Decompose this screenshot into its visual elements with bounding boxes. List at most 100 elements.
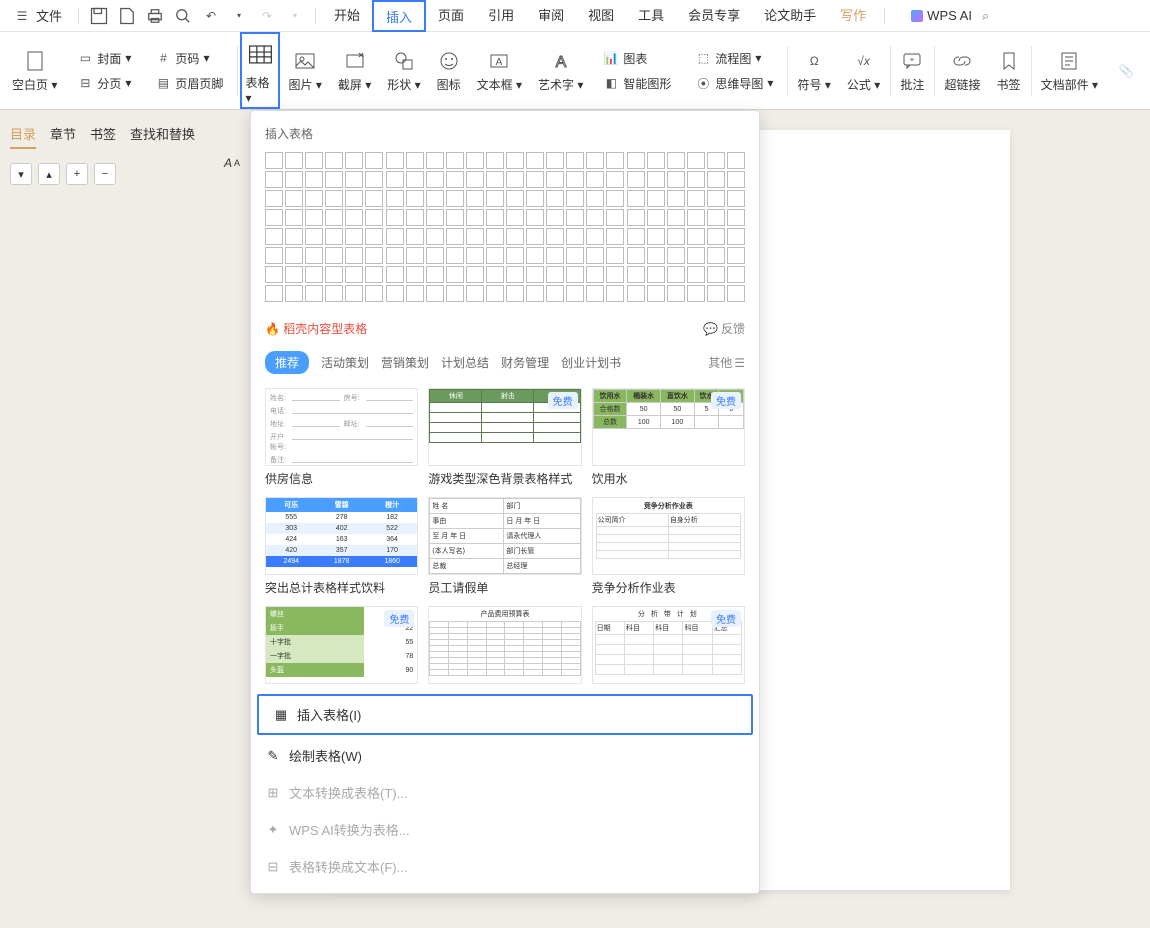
file-menu[interactable]: 文件 (36, 6, 62, 25)
tab-toc[interactable]: 目录 (10, 124, 36, 149)
mindmap-button[interactable]: ⦿思维导图 ▾ (691, 73, 777, 94)
menu-tools[interactable]: 工具 (626, 0, 676, 32)
hyperlink-icon (950, 49, 974, 73)
flowchart-button[interactable]: ⬚流程图 ▾ (691, 48, 765, 69)
category-row: 推荐 活动策划 营销策划 计划总结 财务管理 创业计划书 其他 ☰ (251, 345, 759, 380)
template-preview: 产品费用预算表 (428, 606, 581, 684)
bookmark-button[interactable]: 书签 (989, 32, 1029, 110)
feedback-link[interactable]: 💬 反馈 (703, 320, 745, 337)
wordart-button[interactable]: A 艺术字 ▾ (530, 32, 591, 110)
shape-button[interactable]: 形状 ▾ (379, 32, 428, 110)
save-icon[interactable] (89, 6, 109, 26)
pagenum-button[interactable]: #页码 ▾ (151, 48, 213, 69)
cat-other[interactable]: 其他 ☰ (708, 354, 745, 371)
cover-button[interactable]: ▭封面 ▾ (73, 48, 135, 69)
screenshot-button[interactable]: 截屏 ▾ (330, 32, 379, 110)
menu-paper[interactable]: 论文助手 (752, 0, 828, 32)
menu-view[interactable]: 视图 (576, 0, 626, 32)
cat-recommended[interactable]: 推荐 (265, 351, 309, 374)
section-button[interactable]: ⊟分页 ▾ (73, 73, 135, 94)
template-card[interactable]: 免费 饮用水桶装水直饮水饮水X²型合格数505056总数100100 饮用水 (592, 388, 745, 487)
template-card[interactable]: 姓 名部门事由日 月 年 日至 月 年 日请永代理人(本人写名)部门长管总裁总经… (428, 497, 581, 596)
doc-parts-button[interactable]: 文档部件 ▾ (1033, 32, 1106, 110)
preview-icon[interactable] (173, 6, 193, 26)
collapse-down-icon[interactable]: ▾ (10, 163, 32, 185)
template-card[interactable]: 姓名:房号: 电话: 地址:邮址: 开户帐号: 备注: 供房信息 (265, 388, 418, 487)
blank-page-button[interactable]: 空白页 ▾ (4, 32, 65, 110)
redo-icon[interactable]: ↷ (257, 6, 277, 26)
wps-ai-button[interactable]: WPS AI ⌕ (911, 8, 989, 24)
blank-page-label: 空白页 ▾ (12, 76, 57, 93)
template-grid: 姓名:房号: 电话: 地址:邮址: 开户帐号: 备注: 供房信息 免费 休闲射击… (251, 380, 759, 692)
cat-finance[interactable]: 财务管理 (501, 354, 549, 371)
smartart-button[interactable]: ◧智能图形 (599, 73, 675, 94)
chart-button[interactable]: 📊图表 (599, 48, 651, 69)
cat-business[interactable]: 创业计划书 (561, 354, 621, 371)
picture-button[interactable]: 图片 ▾ (280, 32, 329, 110)
menu-insert[interactable]: 插入 (372, 0, 426, 32)
table-dropdown: 插入表格 🔥 稻壳内容型表格 💬 反馈 推荐 活动策划 营销策划 计划总结 财务… (250, 110, 760, 894)
template-preview: 可乐雪碧橙汁5552781823034025224241633644203571… (265, 497, 418, 575)
equation-button[interactable]: √x 公式 ▾ (839, 32, 888, 110)
pagenum-icon: # (155, 50, 171, 66)
menu-page[interactable]: 页面 (426, 0, 476, 32)
collapse-up-icon[interactable]: ▴ (38, 163, 60, 185)
template-card[interactable]: 竞争分析作业表公司简介自身分析 竞争分析作业表 (592, 497, 745, 596)
template-card[interactable]: 免费 螺丝42扳手22十字批55一字批78头盔90 (265, 606, 418, 684)
export-icon[interactable] (117, 6, 137, 26)
table-icon: ▦ (273, 707, 289, 723)
template-card[interactable]: 免费 休闲射击797775516289841237545175604884140… (428, 388, 581, 487)
wordart-icon: A (549, 49, 573, 73)
attachment-button[interactable]: 📎 (1106, 32, 1146, 110)
insert-table-option[interactable]: ▦ 插入表格(I) (257, 694, 753, 735)
template-name: 供房信息 (265, 470, 418, 487)
symbol-button[interactable]: Ω 符号 ▾ (790, 32, 839, 110)
template-card[interactable]: 产品费用预算表 (428, 606, 581, 684)
menu-review[interactable]: 审阅 (526, 0, 576, 32)
template-card[interactable]: 可乐雪碧橙汁5552781823034025224241633644203571… (265, 497, 418, 596)
add-button[interactable]: + (66, 163, 88, 185)
print-icon[interactable] (145, 6, 165, 26)
menu-start[interactable]: 开始 (322, 0, 372, 32)
tab-chapter[interactable]: 章节 (50, 124, 76, 149)
free-badge: 免费 (548, 392, 578, 409)
table-button[interactable]: 表格 ▾ (240, 32, 281, 110)
undo-icon[interactable]: ↶ (201, 6, 221, 26)
search-icon[interactable]: ⌕ (982, 8, 989, 24)
dropdown-title: 插入表格 (251, 119, 759, 148)
comment-button[interactable]: + 批注 (892, 32, 932, 110)
menu-member[interactable]: 会员专享 (676, 0, 752, 32)
undo-drop-icon[interactable]: ▾ (229, 6, 249, 26)
table-label: 表格 ▾ (246, 74, 275, 105)
cat-plan[interactable]: 计划总结 (441, 354, 489, 371)
cat-marketing[interactable]: 营销策划 (381, 354, 429, 371)
smartart-icon: ◧ (603, 75, 619, 91)
tab-find[interactable]: 查找和替换 (130, 124, 195, 149)
icon-icon (437, 49, 461, 73)
screenshot-label: 截屏 ▾ (338, 76, 371, 93)
header-footer-button[interactable]: ▤页眉页脚 (151, 73, 227, 94)
remove-button[interactable]: − (94, 163, 116, 185)
cat-event[interactable]: 活动策划 (321, 354, 369, 371)
topbar: ☰ 文件 ↶ ▾ ↷ ▾ 开始 插入 页面 引用 审阅 视图 工具 会员专享 论… (0, 0, 1150, 32)
tab-bookmark[interactable]: 书签 (90, 124, 116, 149)
ai-icon: ✦ (265, 822, 281, 838)
menu-reference[interactable]: 引用 (476, 0, 526, 32)
font-indicator[interactable]: AA (224, 156, 240, 170)
menu-writing[interactable]: 写作 (828, 0, 878, 32)
hyperlink-button[interactable]: 超链接 (936, 32, 988, 110)
table-size-grid[interactable] (251, 148, 759, 312)
menu-icon[interactable]: ☰ (12, 6, 32, 26)
draw-table-label: 绘制表格(W) (289, 746, 362, 765)
sidebar-controls: ▾ ▴ + − (10, 163, 240, 185)
textbox-button[interactable]: A 文本框 ▾ (469, 32, 530, 110)
screenshot-icon (343, 49, 367, 73)
wordart-label: 艺术字 ▾ (538, 76, 583, 93)
draw-table-option[interactable]: ✎ 绘制表格(W) (251, 737, 759, 774)
template-card[interactable]: 免费 分 析 带 计 划日期科目科目科目汇总 (592, 606, 745, 684)
draw-table-icon: ✎ (265, 748, 281, 764)
symbol-label: 符号 ▾ (798, 76, 831, 93)
template-name: 饮用水 (592, 470, 745, 487)
redo-drop-icon[interactable]: ▾ (285, 6, 305, 26)
icon-button[interactable]: 图标 (429, 32, 469, 110)
